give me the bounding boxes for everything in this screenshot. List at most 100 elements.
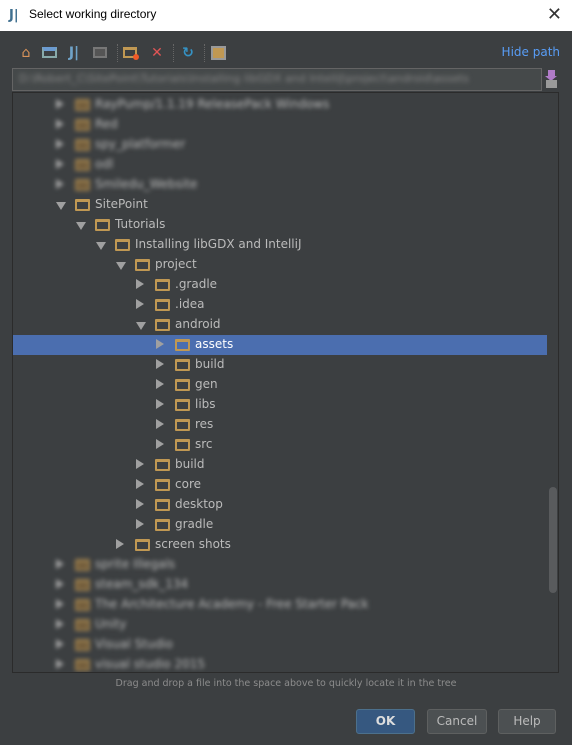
tree-item-label: .idea <box>175 297 205 311</box>
tree-item[interactable]: build <box>13 355 547 375</box>
tree-item[interactable]: Unity <box>13 615 547 635</box>
tree-item[interactable]: odl <box>13 155 547 175</box>
folder-icon <box>175 439 190 451</box>
toolbar-separator <box>204 44 205 62</box>
tree-item[interactable]: libs <box>13 395 547 415</box>
tree-item[interactable]: The Architecture Academy - Free Starter … <box>13 595 547 615</box>
chevron-down-icon[interactable] <box>96 242 106 250</box>
folder-icon <box>95 219 110 231</box>
folder-icon <box>175 379 190 391</box>
intellij-icon: J| <box>9 8 19 23</box>
folder-icon <box>155 499 170 511</box>
folder-icon <box>115 239 130 251</box>
folder-icon <box>75 179 90 191</box>
chevron-right-icon[interactable] <box>136 499 144 509</box>
chevron-right-icon[interactable] <box>156 339 164 349</box>
tree-item-label: visual studio 2015 <box>95 657 206 671</box>
tree-item[interactable]: Smiledu_Website <box>13 175 547 195</box>
chevron-right-icon[interactable] <box>116 539 124 549</box>
show-hidden-icon[interactable] <box>210 44 228 62</box>
tree-item-label: .gradle <box>175 277 218 291</box>
folder-icon <box>75 159 90 171</box>
tree-item[interactable]: .idea <box>13 295 547 315</box>
new-folder-icon[interactable] <box>122 44 140 62</box>
tree-item-label: android <box>175 317 221 331</box>
chevron-right-icon[interactable] <box>56 159 64 169</box>
chevron-right-icon[interactable] <box>56 639 64 649</box>
tree-item[interactable]: desktop <box>13 495 547 515</box>
chevron-right-icon[interactable] <box>156 379 164 389</box>
chevron-right-icon[interactable] <box>56 619 64 629</box>
chevron-down-icon[interactable] <box>116 262 126 270</box>
tree-item[interactable]: sprite Illegals <box>13 555 547 575</box>
tree-item[interactable]: gradle <box>13 515 547 535</box>
module-icon[interactable] <box>92 44 110 62</box>
drag-drop-hint: Drag and drop a file into the space abov… <box>115 678 457 689</box>
tree-item-label: Unity <box>95 617 127 631</box>
hide-path-link[interactable]: Hide path <box>502 45 560 59</box>
desktop-icon[interactable] <box>41 44 59 62</box>
ok-button[interactable]: OK <box>356 709 415 734</box>
tree-item[interactable]: Red <box>13 115 547 135</box>
chevron-right-icon[interactable] <box>56 579 64 589</box>
chevron-right-icon[interactable] <box>56 99 64 109</box>
project-icon[interactable]: J| <box>65 44 83 62</box>
download-icon[interactable] <box>545 70 558 88</box>
tree-item[interactable]: .gradle <box>13 275 547 295</box>
chevron-right-icon[interactable] <box>136 459 144 469</box>
tree-item[interactable]: gen <box>13 375 547 395</box>
chevron-down-icon[interactable] <box>136 322 146 330</box>
tree-item[interactable]: project <box>13 255 547 275</box>
chevron-right-icon[interactable] <box>136 279 144 289</box>
title-bar: J| Select working directory ✕ <box>0 0 572 31</box>
path-input[interactable]: D:\Robert_C\SitePoint\Tutorials\Installi… <box>12 68 542 91</box>
close-icon[interactable]: ✕ <box>547 4 562 25</box>
tree-item-label: RayPump/1.1.19 ReleasePack Windows <box>95 97 330 111</box>
tree-item[interactable]: Visual Studio <box>13 635 547 655</box>
chevron-right-icon[interactable] <box>56 599 64 609</box>
chevron-right-icon[interactable] <box>56 659 64 669</box>
tree-item[interactable]: Tutorials <box>13 215 547 235</box>
cancel-button[interactable]: Cancel <box>427 709 487 734</box>
tree-item[interactable]: res <box>13 415 547 435</box>
home-icon[interactable]: ⌂ <box>17 44 35 62</box>
path-value: D:\Robert_C\SitePoint\Tutorials\Installi… <box>19 72 469 85</box>
toolbar-separator <box>173 44 174 62</box>
chevron-right-icon[interactable] <box>56 139 64 149</box>
help-button[interactable]: Help <box>498 709 556 734</box>
tree-item-label: Visual Studio <box>95 637 173 651</box>
tree-item-label: odl <box>95 157 114 171</box>
tree-item[interactable]: screen shots <box>13 535 547 555</box>
toolbar-separator <box>117 44 118 62</box>
chevron-right-icon[interactable] <box>136 479 144 489</box>
tree-item[interactable]: build <box>13 455 547 475</box>
tree-item[interactable]: assets <box>13 335 547 355</box>
tree-item[interactable]: src <box>13 435 547 455</box>
delete-icon[interactable]: ✕ <box>148 44 166 62</box>
directory-tree[interactable]: RayPump/1.1.19 ReleasePack Windows Red spy… <box>12 92 559 673</box>
refresh-icon[interactable]: ↻ <box>179 44 197 62</box>
chevron-right-icon[interactable] <box>156 359 164 369</box>
chevron-right-icon[interactable] <box>56 179 64 189</box>
tree-item-label: build <box>175 457 205 471</box>
chevron-right-icon[interactable] <box>156 439 164 449</box>
folder-icon <box>75 199 90 211</box>
tree-item[interactable]: steam_sdk_134 <box>13 575 547 595</box>
tree-item[interactable]: visual studio 2015 <box>13 655 547 672</box>
chevron-right-icon[interactable] <box>56 559 64 569</box>
scrollbar-thumb[interactable] <box>549 487 557 593</box>
tree-item[interactable]: SitePoint <box>13 195 547 215</box>
chevron-right-icon[interactable] <box>136 519 144 529</box>
folder-icon <box>175 419 190 431</box>
chevron-right-icon[interactable] <box>156 399 164 409</box>
chevron-down-icon[interactable] <box>76 222 86 230</box>
chevron-down-icon[interactable] <box>56 202 66 210</box>
tree-item[interactable]: spy_platformer <box>13 135 547 155</box>
tree-item[interactable]: android <box>13 315 547 335</box>
tree-item[interactable]: Installing libGDX and IntelliJ <box>13 235 547 255</box>
chevron-right-icon[interactable] <box>56 119 64 129</box>
tree-item[interactable]: core <box>13 475 547 495</box>
chevron-right-icon[interactable] <box>136 299 144 309</box>
tree-item[interactable]: RayPump/1.1.19 ReleasePack Windows <box>13 95 547 115</box>
chevron-right-icon[interactable] <box>156 419 164 429</box>
